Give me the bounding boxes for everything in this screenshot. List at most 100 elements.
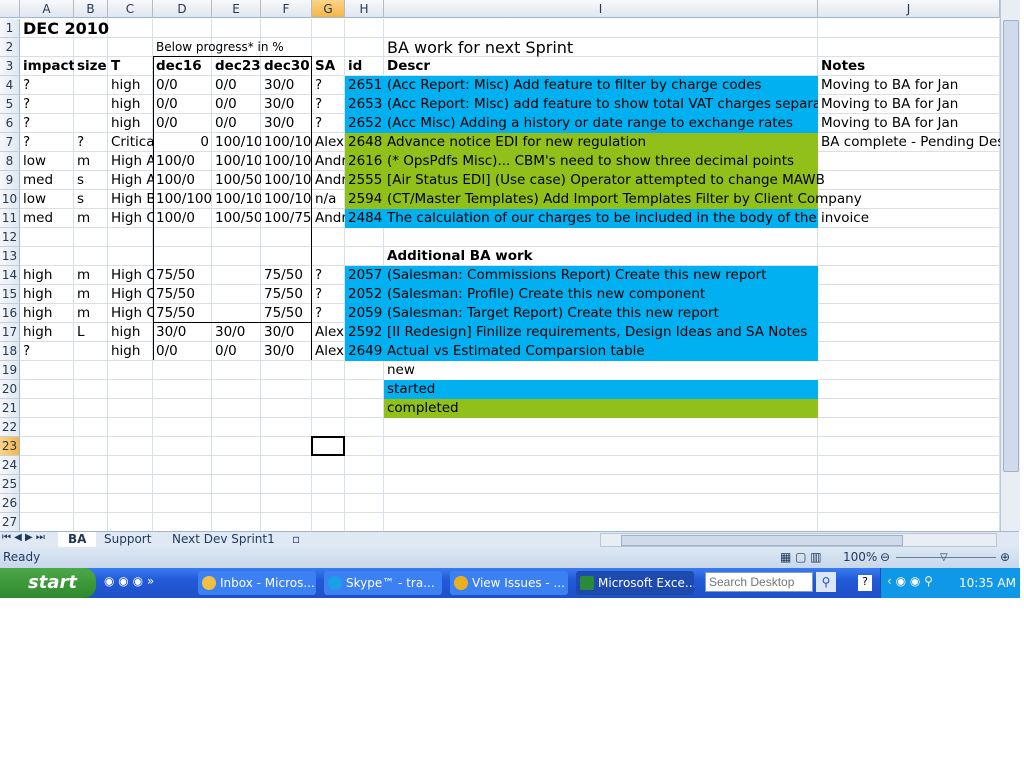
cell-e9[interactable]: 100/50 xyxy=(212,171,261,190)
column-header-d[interactable]: D xyxy=(153,0,212,18)
cell-e10[interactable]: 100/10 xyxy=(212,190,261,209)
task-view-issues[interactable]: View Issues - ... xyxy=(450,571,568,595)
cell-g4[interactable]: ? xyxy=(312,76,345,95)
cell-c15[interactable]: High C xyxy=(108,285,153,304)
cell-d18[interactable]: 0/0 xyxy=(153,342,212,361)
search-desktop-input[interactable] xyxy=(705,572,813,592)
cell-a3[interactable]: impact xyxy=(20,57,74,76)
cell-i16[interactable]: (Salesman: Target Report) Create this ne… xyxy=(384,304,984,323)
tray-icons[interactable]: ‹ ◉ ◉ ⚲ xyxy=(887,574,933,588)
row-header-17[interactable]: 17 xyxy=(0,323,20,342)
cell-g11[interactable]: Andr xyxy=(312,209,345,228)
row-header-6[interactable]: 6 xyxy=(0,114,20,133)
row-header-13[interactable]: 13 xyxy=(0,247,20,266)
row-header-15[interactable]: 15 xyxy=(0,285,20,304)
column-header-e[interactable]: E xyxy=(212,0,261,18)
cell-f8[interactable]: 100/10 xyxy=(261,152,312,171)
row-header-4[interactable]: 4 xyxy=(0,76,20,95)
cell-d5[interactable]: 0/0 xyxy=(153,95,212,114)
cell-a5[interactable]: ? xyxy=(20,95,74,114)
cell-f10[interactable]: 100/10 xyxy=(261,190,312,209)
row-header-12[interactable]: 12 xyxy=(0,228,20,247)
row-header-25[interactable]: 25 xyxy=(0,475,20,494)
cell-g16[interactable]: ? xyxy=(312,304,345,323)
cell-g6[interactable]: ? xyxy=(312,114,345,133)
row-header-26[interactable]: 26 xyxy=(0,494,20,513)
cell-j3[interactable]: Notes xyxy=(818,57,1000,76)
tab-support[interactable]: Support xyxy=(94,532,161,547)
cell-g7[interactable]: Alex xyxy=(312,133,345,152)
row-header-16[interactable]: 16 xyxy=(0,304,20,323)
cell-d2[interactable]: Below progress* in % xyxy=(153,38,284,57)
cell-c14[interactable]: High C xyxy=(108,266,153,285)
cell-e18[interactable]: 0/0 xyxy=(212,342,261,361)
cell-h18[interactable]: 2649 xyxy=(345,342,384,361)
cell-i21[interactable]: completed xyxy=(384,399,984,418)
cell-a15[interactable]: high xyxy=(20,285,74,304)
cell-a17[interactable]: high xyxy=(20,323,74,342)
row-header-23[interactable]: 23 xyxy=(0,437,20,456)
help-icon[interactable]: ? xyxy=(858,575,872,591)
cell-i6[interactable]: (Acc Misc) Adding a history or date rang… xyxy=(384,114,818,133)
cell-f11[interactable]: 100/75 xyxy=(261,209,312,228)
cell-c7[interactable]: Critical xyxy=(108,133,153,152)
cell-d8[interactable]: 100/0 xyxy=(153,152,212,171)
row-header-5[interactable]: 5 xyxy=(0,95,20,114)
task-skype[interactable]: Skype™ - tra... xyxy=(324,571,442,595)
cell-c4[interactable]: high xyxy=(108,76,153,95)
cell-a1[interactable]: DEC 2010 xyxy=(20,19,109,38)
cell-e3[interactable]: dec23 xyxy=(212,57,261,76)
cell-f16[interactable]: 75/50 xyxy=(261,304,312,323)
cell-h17[interactable]: 2592 xyxy=(345,323,384,342)
cell-g10[interactable]: n/a xyxy=(312,190,345,209)
cell-a8[interactable]: low xyxy=(20,152,74,171)
cell-h11[interactable]: 2484 xyxy=(345,209,384,228)
column-header-c[interactable]: C xyxy=(108,0,153,18)
cell-g5[interactable]: ? xyxy=(312,95,345,114)
zoom-slider-handle[interactable]: ▽ xyxy=(940,547,948,568)
row-header-22[interactable]: 22 xyxy=(0,418,20,437)
cell-a4[interactable]: ? xyxy=(20,76,74,95)
start-button[interactable]: start xyxy=(0,568,96,598)
cell-h5[interactable]: 2653 xyxy=(345,95,384,114)
row-header-3[interactable]: 3 xyxy=(0,57,20,76)
cell-f3[interactable]: dec30 xyxy=(261,57,312,76)
cell-c5[interactable]: high xyxy=(108,95,153,114)
cell-a7[interactable]: ? xyxy=(20,133,74,152)
cell-c18[interactable]: high xyxy=(108,342,153,361)
tab-ba[interactable]: BA xyxy=(58,532,97,547)
tab-next-dev-sprint1[interactable]: Next Dev Sprint1 xyxy=(162,532,285,547)
cell-b16[interactable]: m xyxy=(74,304,108,323)
cell-c9[interactable]: High A xyxy=(108,171,153,190)
task-inbox[interactable]: Inbox - Micros... xyxy=(198,571,316,595)
cell-i7[interactable]: Advance notice EDI for new regulation xyxy=(384,133,818,152)
row-header-9[interactable]: 9 xyxy=(0,171,20,190)
cell-b10[interactable]: s xyxy=(74,190,108,209)
cell-a6[interactable]: ? xyxy=(20,114,74,133)
cell-g9[interactable]: Andr xyxy=(312,171,345,190)
row-header-27[interactable]: 27 xyxy=(0,513,20,531)
column-header-b[interactable]: B xyxy=(74,0,108,18)
column-header-f[interactable]: F xyxy=(261,0,312,18)
cell-c6[interactable]: high xyxy=(108,114,153,133)
cell-e17[interactable]: 30/0 xyxy=(212,323,261,342)
cell-b17[interactable]: L xyxy=(74,323,108,342)
column-header-a[interactable]: A xyxy=(20,0,74,18)
cell-i3[interactable]: Descr xyxy=(384,57,818,76)
cell-g3[interactable]: SA xyxy=(312,57,345,76)
cell-h14[interactable]: 2057 xyxy=(345,266,384,285)
cell-e8[interactable]: 100/10 xyxy=(212,152,261,171)
row-header-1[interactable]: 1 xyxy=(0,19,20,38)
cell-d4[interactable]: 0/0 xyxy=(153,76,212,95)
cell-d15[interactable]: 75/50 xyxy=(153,285,212,304)
cell-h10[interactable]: 2594 xyxy=(345,190,384,209)
cell-f4[interactable]: 30/0 xyxy=(261,76,312,95)
row-header-7[interactable]: 7 xyxy=(0,133,20,152)
cell-d14[interactable]: 75/50 xyxy=(153,266,212,285)
column-header-h[interactable]: H xyxy=(345,0,384,18)
cell-a14[interactable]: high xyxy=(20,266,74,285)
cell-i5[interactable]: (Acc Report: Misc) add feature to show t… xyxy=(384,95,818,114)
cell-h16[interactable]: 2059 xyxy=(345,304,384,323)
cell-d3[interactable]: dec16 xyxy=(153,57,212,76)
cell-g18[interactable]: Alex xyxy=(312,342,345,361)
